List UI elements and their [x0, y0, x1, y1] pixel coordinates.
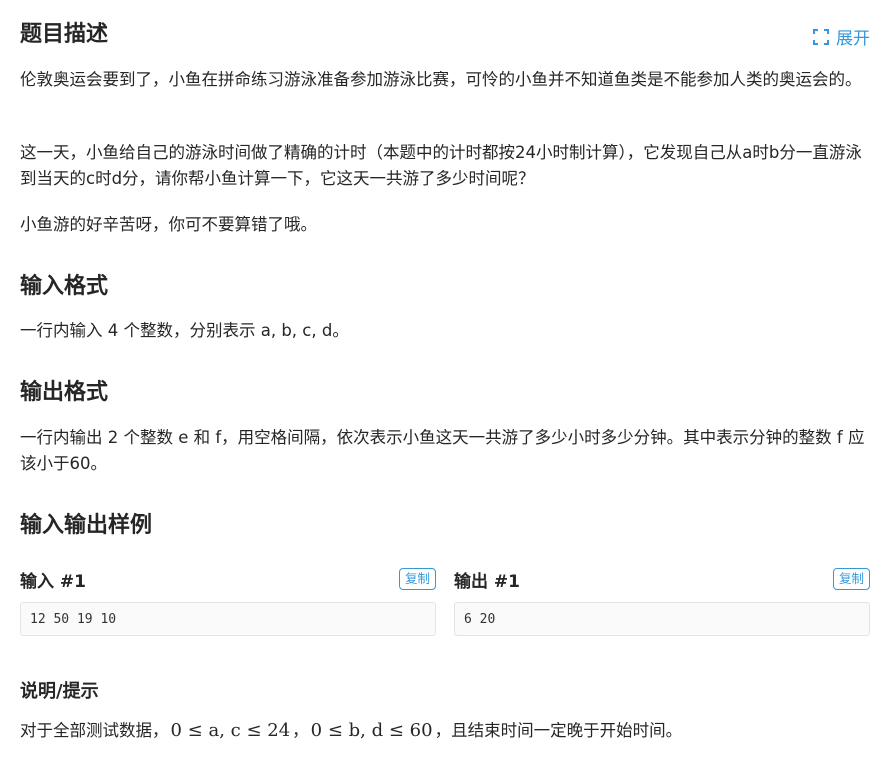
description-paragraph-2: 这一天，小鱼给自己的游泳时间做了精确的计时（本题中的计时都按24小时制计算），它… [20, 143, 862, 188]
description-title: 题目描述 [20, 22, 109, 47]
output-format-text: 一行内输出 2 个整数 e 和 f，用空格间隔，依次表示小鱼这天一共游了多少小时… [20, 428, 865, 473]
note-prefix: 对于全部测试数据， [20, 721, 169, 740]
sample-output-content[interactable]: 6 20 [454, 602, 870, 636]
sample-output-title: 输出 #1 [454, 571, 520, 592]
expand-button[interactable]: 展开 [812, 24, 870, 49]
expand-label: 展开 [836, 29, 870, 49]
output-format-title: 输出格式 [20, 380, 109, 405]
note-text: 对于全部测试数据， 0 ≤ a, c ≤ 24 ， 0 ≤ b, d ≤ 60 … [20, 718, 872, 744]
note-math-range-ac: 0 ≤ a, c ≤ 24 [170, 720, 291, 741]
input-format-text: 一行内输入 4 个整数，分别表示 a, b, c, d。 [20, 321, 349, 340]
input-format-title: 输入格式 [20, 274, 109, 299]
sample-input: 输入 #1 复制 12 50 19 10 [20, 566, 436, 636]
sample-output: 输出 #1 复制 6 20 [454, 566, 870, 636]
note-suffix: ，且结束时间一定晚于开始时间。 [434, 721, 683, 740]
description-paragraph-1: 伦敦奥运会要到了，小鱼在拼命练习游泳准备参加游泳比赛，可怜的小鱼并不知道鱼类是不… [20, 70, 862, 89]
samples-title: 输入输出样例 [20, 513, 153, 538]
copy-input-button[interactable]: 复制 [398, 568, 436, 590]
note-math-range-bd: 0 ≤ b, d ≤ 60 [310, 720, 433, 741]
description-paragraph-3: 小鱼游的好辛苦呀，你可不要算错了哦。 [20, 215, 317, 234]
sample-input-content[interactable]: 12 50 19 10 [20, 602, 436, 636]
note-title: 说明/提示 [20, 681, 99, 702]
copy-output-button[interactable]: 复制 [832, 568, 870, 590]
expand-icon [812, 28, 830, 46]
sample-input-title: 输入 #1 [20, 571, 86, 592]
note-separator: ， [292, 721, 309, 740]
